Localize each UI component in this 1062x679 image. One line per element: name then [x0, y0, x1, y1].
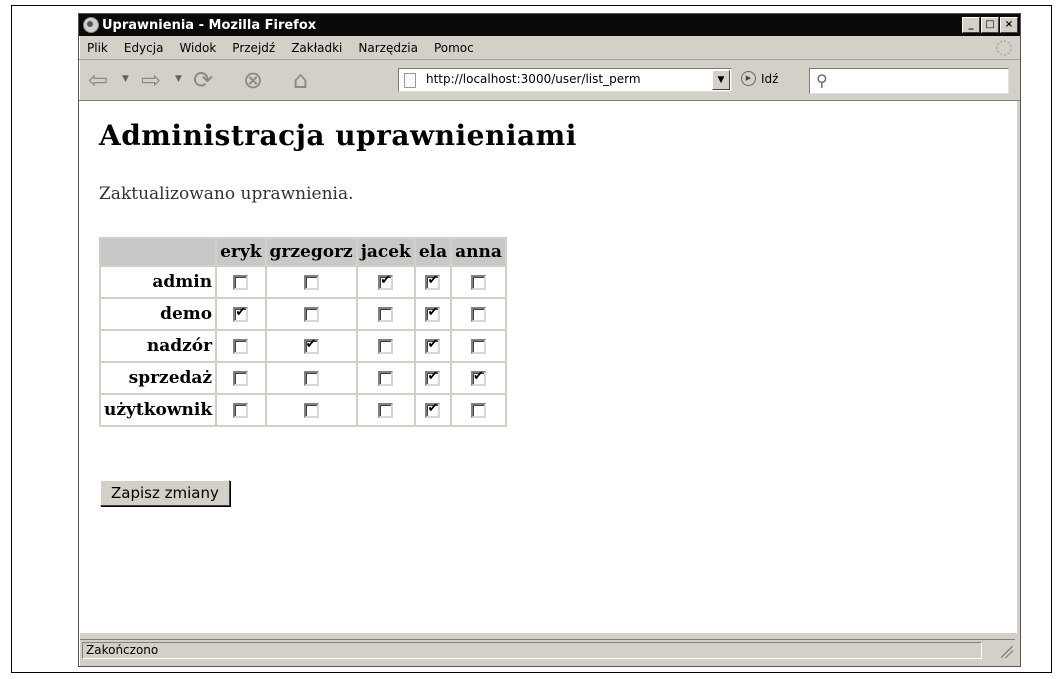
- permissions-table: eryk grzegorz jacek ela anna admin ✔ ✔ d…: [99, 237, 507, 427]
- permission-checkbox[interactable]: [425, 305, 441, 322]
- permission-checkbox[interactable]: [303, 337, 319, 354]
- table-row: nadzór: [101, 331, 505, 361]
- search-icon[interactable]: ⚲: [816, 71, 828, 90]
- table-row: sprzedaż: [101, 363, 505, 393]
- permission-checkbox[interactable]: [378, 403, 394, 418]
- permission-checkbox[interactable]: [378, 339, 394, 354]
- permission-checkbox[interactable]: [378, 307, 394, 322]
- user-column-eryk: eryk: [217, 239, 265, 265]
- title-bar: Uprawnienia - Mozilla Firefox _ □ ×: [79, 14, 1020, 36]
- permission-checkbox[interactable]: [470, 339, 486, 354]
- page-content: Administracja uprawnieniami Zaktualizowa…: [80, 101, 1017, 633]
- permission-checkbox[interactable]: [470, 275, 486, 290]
- save-changes-button[interactable]: Zapisz zmiany: [100, 480, 230, 506]
- back-dropdown-icon[interactable]: ▼: [122, 74, 129, 84]
- permission-checkbox[interactable]: [233, 339, 249, 354]
- role-label: użytkownik: [101, 395, 216, 425]
- permission-checkbox[interactable]: [425, 273, 441, 290]
- role-label: sprzedaż: [101, 363, 216, 393]
- permission-checkbox[interactable]: [233, 275, 249, 290]
- corner-cell: [101, 239, 216, 265]
- browser-window: Uprawnienia - Mozilla Firefox _ □ × Plik…: [78, 13, 1021, 667]
- maximize-button[interactable]: □: [981, 17, 999, 33]
- menu-pomoc[interactable]: Pomoc: [426, 41, 482, 55]
- permission-checkbox[interactable]: [233, 305, 249, 322]
- role-label: admin: [101, 267, 216, 297]
- firefox-icon: [83, 17, 99, 33]
- menu-widok[interactable]: Widok: [171, 41, 224, 55]
- update-message: Zaktualizowano uprawnienia.: [99, 184, 354, 204]
- permission-checkbox[interactable]: [378, 273, 394, 290]
- forward-dropdown-icon[interactable]: ▼: [175, 74, 182, 84]
- menu-bar: Plik Edycja Widok Przejdź Zakładki Narzę…: [79, 37, 1020, 60]
- home-icon[interactable]: ⌂: [293, 68, 308, 92]
- menu-plik[interactable]: Plik: [79, 41, 116, 55]
- search-box[interactable]: ⚲: [809, 68, 1009, 94]
- user-column-jacek: jacek: [357, 239, 414, 265]
- stop-icon[interactable]: ⊗: [243, 68, 263, 92]
- resize-grip-icon[interactable]: [1001, 646, 1013, 658]
- status-bar: Zakończono: [80, 639, 1015, 660]
- menu-narzedzia[interactable]: Narzędzia: [350, 41, 426, 55]
- user-column-grzegorz: grzegorz: [266, 239, 356, 265]
- permission-checkbox[interactable]: [378, 371, 394, 386]
- screenshot-frame: Uprawnienia - Mozilla Firefox _ □ × Plik…: [11, 5, 1052, 673]
- table-row: admin: [101, 267, 505, 297]
- role-label: demo: [101, 299, 216, 329]
- url-dropdown-icon[interactable]: ▼: [712, 70, 730, 90]
- close-button[interactable]: ×: [1000, 17, 1018, 33]
- permission-checkbox[interactable]: [470, 307, 486, 322]
- table-row: użytkownik: [101, 395, 505, 425]
- go-label: Idź: [761, 71, 779, 86]
- url-text[interactable]: http://localhost:3000/user/list_perm: [426, 72, 641, 86]
- permission-checkbox[interactable]: [425, 369, 441, 386]
- user-column-anna: anna: [452, 239, 505, 265]
- permission-checkbox[interactable]: [425, 337, 441, 354]
- window-title: Uprawnienia - Mozilla Firefox: [102, 17, 317, 33]
- page-icon: [404, 73, 416, 88]
- permission-checkbox[interactable]: [303, 371, 319, 386]
- header-row: eryk grzegorz jacek ela anna: [101, 239, 505, 265]
- permission-checkbox[interactable]: [303, 307, 319, 322]
- role-label: nadzór: [101, 331, 216, 361]
- page-heading: Administracja uprawnieniami: [99, 119, 577, 152]
- go-button[interactable]: ▶ Idź: [741, 71, 778, 86]
- menu-edycja[interactable]: Edycja: [116, 41, 172, 55]
- permission-checkbox[interactable]: [233, 403, 249, 418]
- go-icon: ▶: [741, 71, 756, 86]
- user-column-ela: ela: [415, 239, 451, 265]
- permission-checkbox[interactable]: [470, 403, 486, 418]
- permission-checkbox[interactable]: [470, 369, 486, 386]
- back-arrow-icon[interactable]: ⇦: [88, 68, 108, 92]
- table-row: demo: [101, 299, 505, 329]
- forward-arrow-icon[interactable]: ⇨: [141, 68, 161, 92]
- address-bar[interactable]: http://localhost:3000/user/list_perm ▼: [398, 68, 732, 92]
- reload-icon[interactable]: ⟳: [193, 68, 213, 92]
- permission-checkbox[interactable]: [233, 371, 249, 386]
- throbber-icon: [996, 40, 1012, 56]
- menu-przejdz[interactable]: Przejdź: [224, 41, 283, 55]
- permission-checkbox[interactable]: [303, 403, 319, 418]
- menu-zakladki[interactable]: Zakładki: [283, 41, 350, 55]
- permission-checkbox[interactable]: [303, 275, 319, 290]
- navigation-toolbar: ⇦ ▼ ⇨ ▼ ⟳ ⊗ ⌂ http://localhost:3000/user…: [79, 60, 1020, 101]
- permission-checkbox[interactable]: [425, 401, 441, 418]
- minimize-button[interactable]: _: [962, 17, 980, 33]
- status-text: Zakończono: [82, 642, 982, 659]
- window-controls: _ □ ×: [962, 17, 1018, 33]
